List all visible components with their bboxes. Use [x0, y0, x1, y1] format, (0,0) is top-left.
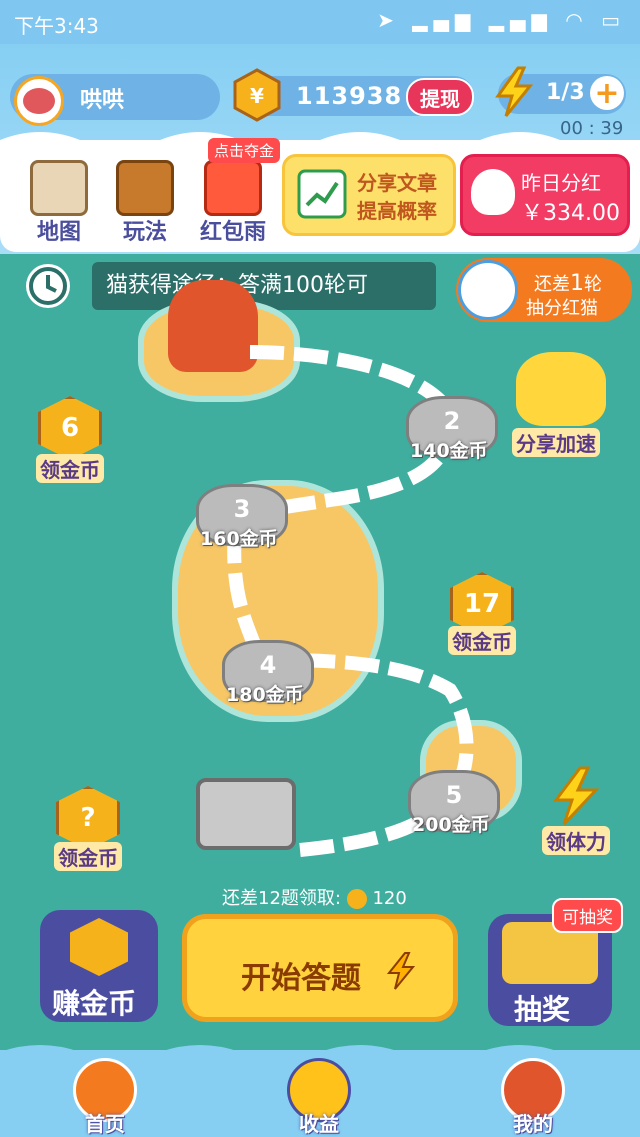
svg-text:¥: ¥ — [250, 84, 264, 108]
lucky-remaining: 还差1轮 — [534, 270, 602, 296]
withdraw-button[interactable]: 提现 — [406, 78, 474, 116]
stop-4-num: 4 — [259, 651, 277, 679]
remaining-reward: 120 — [372, 888, 407, 909]
stop-4-label: 180金币 — [226, 684, 304, 706]
toolbar-red-envelope-rain-label: 红包雨 — [199, 220, 266, 245]
bonus-title: 昨日分红 — [521, 171, 601, 195]
share-line1: 分享文章 — [357, 171, 437, 195]
pig-avatar-icon — [23, 88, 55, 114]
reward-mystery-value: ? — [80, 803, 96, 833]
remaining-text: 还差12题领取: — [222, 888, 341, 909]
earn-coins-label: 赚金币 — [52, 987, 137, 1020]
status-icons: ➤ ▂▄▆ ▂▄▆ ◠ ▭ — [377, 8, 626, 32]
coin-icon: ¥ — [233, 68, 281, 122]
toolbar-red-envelope-rain[interactable]: 红包雨 — [194, 160, 272, 246]
toolbar-rules[interactable]: 玩法 — [110, 160, 180, 246]
lucky-cat-icon — [471, 169, 515, 215]
start-quiz-label: 开始答题 — [241, 961, 361, 996]
stop-2-num: 2 — [443, 407, 461, 435]
small-coin-icon — [346, 889, 367, 909]
plus-icon: + — [594, 75, 620, 111]
toolbar-map-label: 地图 — [36, 220, 81, 245]
reward-mystery-label: 领金币 — [54, 842, 122, 871]
lottery-available-tag: 可抽奖 — [552, 898, 623, 933]
reward-6-label: 领金币 — [36, 454, 104, 483]
stop-5-num: 5 — [445, 781, 463, 809]
reward-6-value: 6 — [60, 413, 80, 443]
stop-3-num: 3 — [233, 495, 251, 523]
yesterday-bonus-card[interactable]: 昨日分红 ￥334.00 — [460, 154, 630, 236]
red-envelope-rain-icon — [204, 160, 262, 216]
share-line2: 提高概率 — [357, 199, 437, 223]
share-cat-icon — [516, 352, 606, 426]
remaining-questions: 还差12题领取: 120 — [222, 884, 407, 910]
username: 哄哄 — [80, 88, 125, 113]
tab-profile[interactable]: 我的 — [488, 1058, 578, 1137]
lucky-remaining-count: 1 — [570, 271, 584, 296]
tab-earnings-label: 收益 — [299, 1112, 339, 1136]
lucky-remaining-prefix: 还差 — [534, 274, 570, 295]
claim-energy-button[interactable]: 领体力 — [542, 826, 610, 855]
add-energy-button[interactable]: + — [590, 75, 624, 111]
coin-stack-icon — [70, 918, 128, 976]
grab-gold-tag: 点击夺金 — [208, 138, 281, 163]
share-article-card[interactable]: 分享文章 提高概率 — [282, 154, 456, 236]
lucky-remaining-unit: 轮 — [584, 274, 602, 295]
tab-home-label: 首页 — [85, 1112, 125, 1136]
start-quiz-button[interactable]: 开始答题 — [182, 914, 458, 1022]
map-icon — [30, 160, 88, 216]
treasure-chest-icon[interactable] — [196, 778, 296, 850]
tab-profile-label: 我的 — [513, 1112, 553, 1136]
chart-up-icon — [297, 169, 347, 219]
energy-value: 1/3 — [546, 80, 585, 105]
energy-bolt-icon — [553, 766, 600, 826]
lottery-label: 抽奖 — [514, 993, 571, 1026]
lightning-bolt-icon — [495, 66, 534, 117]
stop-5-label: 200金币 — [412, 814, 490, 836]
toolbar-map[interactable]: 地图 — [24, 160, 94, 246]
bonus-amount: ￥334.00 — [521, 201, 620, 226]
earn-coins-button[interactable]: 赚金币 — [40, 910, 158, 1022]
tab-earnings[interactable]: 收益 — [274, 1058, 364, 1137]
reward-17-label: 领金币 — [448, 626, 516, 655]
reward-17-value: 17 — [463, 589, 501, 619]
start-bolt-icon — [386, 952, 416, 990]
rules-book-icon — [116, 160, 174, 216]
coin-value: 113938 — [296, 82, 403, 110]
status-time: 下午3:43 — [14, 14, 99, 38]
stop-2-label: 140金币 — [410, 440, 488, 462]
status-bar: 下午3:43 ➤ ▂▄▆ ▂▄▆ ◠ ▭ — [0, 0, 640, 44]
tab-home[interactable]: 首页 — [60, 1058, 150, 1137]
stop-3-label: 160金币 — [200, 528, 278, 550]
toolbar-rules-label: 玩法 — [122, 220, 167, 245]
share-speed-button[interactable]: 分享加速 — [512, 428, 600, 457]
